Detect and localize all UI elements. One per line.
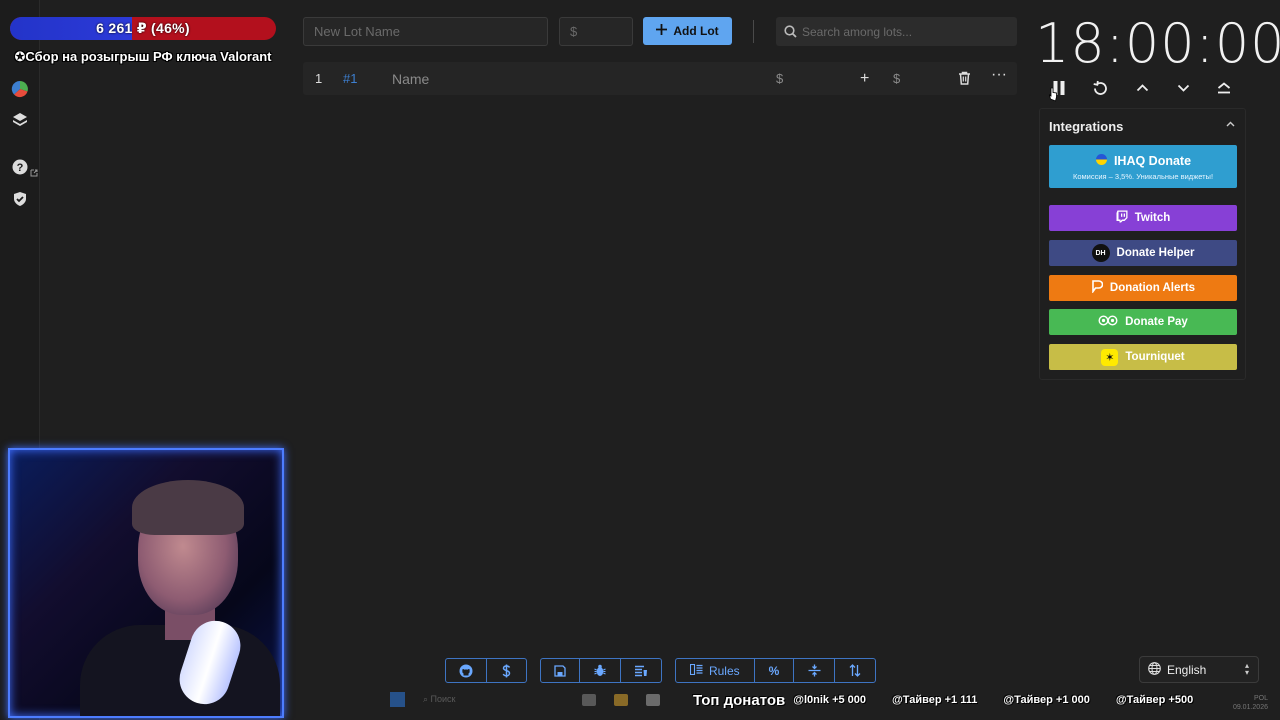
donation-alerts-icon	[1091, 280, 1104, 296]
svg-text:?: ?	[17, 162, 24, 174]
language-selected: English	[1167, 662, 1207, 677]
toolbar-divider	[753, 20, 754, 43]
search-icon	[784, 25, 797, 43]
collapse-icon[interactable]	[1226, 119, 1235, 130]
taskbar-search: ⌕ Поиск	[423, 694, 456, 704]
donate-pay-icon	[1098, 315, 1118, 329]
twitch-icon	[1116, 210, 1128, 226]
chevron-down-icon[interactable]	[1171, 76, 1195, 100]
tray-lang: POL	[1253, 695, 1268, 702]
tourniquet-logo-icon: ✶	[1101, 348, 1119, 366]
twitch-label: Twitch	[1134, 212, 1171, 224]
donation-progress-bar: 6 261 ₽ (46%)	[10, 17, 276, 40]
mouse-cursor-icon	[1048, 87, 1057, 102]
lot-add-amount-button[interactable]: +	[860, 70, 869, 88]
bottom-toolbar-group-2	[540, 658, 662, 683]
external-link-icon	[30, 169, 38, 177]
more-options-button[interactable]: ···	[991, 66, 1007, 84]
ticker-title: Топ донатов	[693, 691, 786, 709]
new-lot-amount-input[interactable]	[559, 17, 633, 46]
tourniquet-label: Tourniquet	[1125, 351, 1185, 363]
twitch-button[interactable]: Twitch	[1049, 205, 1237, 231]
reset-icon[interactable]	[1088, 76, 1112, 100]
goal-text: ✪Сбор на розыгрыш РФ ключа Valorant	[14, 49, 272, 64]
system-tray: POL 09.01.2026	[1233, 694, 1268, 712]
donate-helper-logo-icon: DH	[1091, 244, 1110, 262]
ticker-item: @Тайвер +500	[1115, 694, 1194, 706]
bottom-toolbar-group-1	[445, 658, 527, 683]
split-icon[interactable]	[794, 659, 836, 682]
ihaq-donate-button[interactable]: IHAQ Donate Комиссия – 3,5%. Уникальные …	[1049, 145, 1237, 188]
ticker-item: @l0nik +5 000	[793, 694, 867, 706]
github-icon[interactable]	[446, 659, 487, 682]
store-icon	[645, 693, 660, 706]
language-select[interactable]: English ▴ ▾	[1139, 656, 1259, 683]
bottom-toolbar-group-3: Rules %	[675, 658, 876, 683]
bug-icon[interactable]	[580, 659, 621, 682]
ihaq-label: IHAQ Donate	[1113, 153, 1192, 168]
layers-icon[interactable]	[10, 110, 30, 130]
ihaq-subtitle: Комиссия – 3,5%. Уникальные виджеты!	[1072, 171, 1214, 181]
help-icon[interactable]: ?	[10, 157, 30, 177]
progress-text: 6 261 ₽ (46%)	[96, 20, 190, 36]
search-box[interactable]	[776, 17, 1017, 46]
timer-controls	[1045, 76, 1245, 100]
taskbar-app-icon	[581, 693, 596, 706]
ticker-item: @Тайвер +1 111	[892, 694, 978, 706]
add-lot-label: Add Lot	[673, 24, 719, 38]
lot-index: 1	[315, 71, 323, 86]
percent-button[interactable]: %	[755, 659, 795, 682]
donate-helper-button[interactable]: DH Donate Helper	[1049, 240, 1237, 266]
windows-start-icon	[390, 692, 405, 707]
chevron-up-icon[interactable]	[1130, 76, 1154, 100]
ticker-item: @Тайвер +1 000	[1003, 694, 1090, 706]
shield-icon[interactable]	[10, 189, 30, 209]
donation-alerts-button[interactable]: Donation Alerts	[1049, 275, 1237, 301]
plus-icon	[656, 24, 668, 38]
donation-alerts-label: Donation Alerts	[1109, 282, 1196, 294]
webcam-person-hair	[132, 480, 244, 535]
integrations-title: Integrations	[1049, 119, 1124, 134]
lot-name-field[interactable]: Name	[392, 71, 429, 87]
tourniquet-button[interactable]: ✶ Tourniquet	[1049, 344, 1237, 370]
donate-pay-button[interactable]: Donate Pay	[1049, 309, 1237, 335]
lot-row: 1 #1 Name $ + $ ···	[303, 62, 1017, 95]
new-lot-name-input[interactable]	[303, 17, 548, 46]
ihaq-logo-icon	[1095, 153, 1108, 169]
search-input[interactable]	[802, 17, 1012, 46]
integrations-panel: Integrations IHAQ Donate Комиссия – 3,5%…	[1039, 108, 1246, 380]
taskbar-search-text: Поиск	[430, 694, 456, 704]
trash-icon[interactable]	[958, 71, 971, 88]
taskbar: ⌕ Поиск	[390, 692, 660, 707]
tray-date: 09.01.2026	[1232, 704, 1268, 711]
globe-icon	[1148, 661, 1161, 678]
double-up-icon[interactable]	[1212, 76, 1236, 100]
clear-list-icon[interactable]	[621, 659, 661, 682]
donate-helper-label: Donate Helper	[1116, 247, 1195, 259]
webcam-feed	[8, 448, 284, 718]
rules-button[interactable]: Rules	[676, 659, 755, 682]
add-lot-button[interactable]: Add Lot	[643, 17, 732, 45]
timer-display: 18:00:00	[1035, 12, 1280, 75]
lot-amount-field[interactable]: $	[776, 71, 783, 86]
donate-pay-label: Donate Pay	[1125, 316, 1188, 328]
lot-id: #1	[343, 71, 358, 86]
dollar-icon[interactable]	[487, 659, 527, 682]
rules-label: Rules	[708, 663, 740, 678]
pie-chart-icon[interactable]	[10, 79, 30, 99]
sort-icon[interactable]	[835, 659, 875, 682]
save-icon[interactable]	[541, 659, 581, 682]
lot-add-amount-field[interactable]: $	[893, 71, 900, 86]
top-donations-ticker: Топ донатов @l0nik +5 000 @Тайвер +1 111…	[693, 690, 1219, 710]
folder-icon	[613, 693, 628, 706]
rules-icon	[689, 663, 703, 678]
select-arrows-icon: ▴ ▾	[1244, 661, 1249, 677]
